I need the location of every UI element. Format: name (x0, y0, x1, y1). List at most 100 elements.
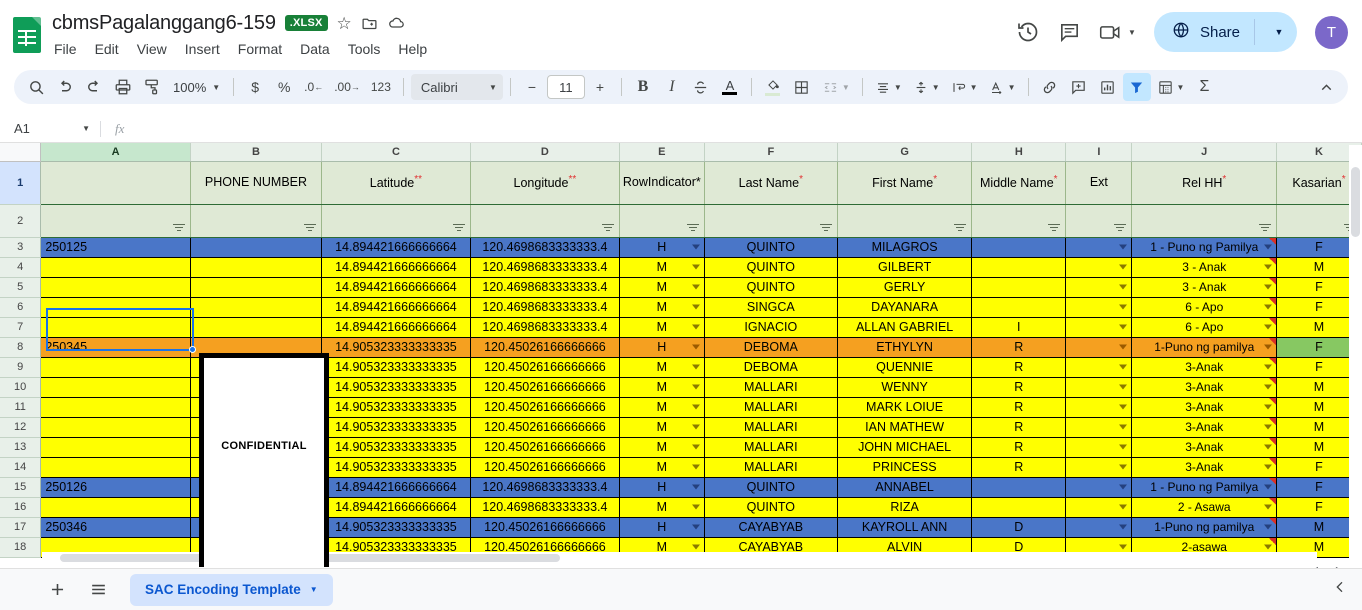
zoom-selector[interactable]: 100% ▼ (167, 80, 226, 95)
chevron-down-icon[interactable] (692, 365, 700, 370)
filter-button-c[interactable] (321, 204, 470, 237)
merge-cells-icon[interactable]: ▼ (817, 73, 855, 101)
cell-e8[interactable]: H (619, 337, 704, 357)
row-header-2[interactable]: 2 (0, 204, 41, 237)
cell-i4[interactable] (1066, 257, 1132, 277)
cell-h17[interactable]: D (972, 517, 1066, 537)
column-header-d[interactable]: D (470, 143, 619, 161)
chevron-down-icon[interactable] (692, 265, 700, 270)
select-all-corner[interactable] (0, 143, 41, 161)
cell-i6[interactable] (1066, 297, 1132, 317)
cell-e3[interactable]: H (619, 237, 704, 257)
chevron-down-icon[interactable] (1264, 305, 1272, 310)
menu-item-insert[interactable]: Insert (185, 41, 220, 57)
cell-f11[interactable]: MALLARI (704, 397, 837, 417)
spreadsheet-grid[interactable]: ABCDEFGHIJK1PHONE NUMBERLatitude**Longit… (0, 143, 1362, 567)
cell-b4[interactable] (190, 257, 321, 277)
column-header-a[interactable]: A (41, 143, 191, 161)
comment-icon[interactable] (1058, 21, 1081, 44)
decrease-font-size-button[interactable]: − (518, 73, 546, 101)
confidential-merged-cell[interactable]: CONFIDENTIAL (199, 353, 329, 567)
name-box[interactable]: A1 ▼ (0, 115, 100, 142)
table-row[interactable]: 714.894421666666664120.4698683333333.4MI… (0, 317, 1362, 337)
cell-a17[interactable]: 250346 (41, 517, 191, 537)
chevron-down-icon[interactable] (1264, 525, 1272, 530)
cell-j9[interactable]: 3-Anak (1132, 357, 1277, 377)
cell-i7[interactable] (1066, 317, 1132, 337)
cell-b5[interactable] (190, 277, 321, 297)
cell-f7[interactable]: IGNACIO (704, 317, 837, 337)
cell-d14[interactable]: 120.45026166666666 (470, 457, 619, 477)
cell-i8[interactable] (1066, 337, 1132, 357)
cell-j4[interactable]: 3 - Anak (1132, 257, 1277, 277)
cell-i15[interactable] (1066, 477, 1132, 497)
chevron-down-icon[interactable] (1264, 445, 1272, 450)
increase-decimal-button[interactable]: .00→ (329, 73, 365, 101)
cell-h6[interactable] (972, 297, 1066, 317)
cell-b6[interactable] (190, 297, 321, 317)
column-header-h[interactable]: H (972, 143, 1066, 161)
cell-h8[interactable]: R (972, 337, 1066, 357)
cell-i16[interactable] (1066, 497, 1132, 517)
cell-e10[interactable]: M (619, 377, 704, 397)
cell-f10[interactable]: MALLARI (704, 377, 837, 397)
row-header-18[interactable]: 18 (0, 537, 41, 557)
cell-e11[interactable]: M (619, 397, 704, 417)
row-header-11[interactable]: 11 (0, 397, 41, 417)
functions-sum-button[interactable]: Σ (1190, 73, 1218, 101)
cell-d9[interactable]: 120.45026166666666 (470, 357, 619, 377)
cell-h5[interactable] (972, 277, 1066, 297)
cell-a14[interactable] (41, 457, 191, 477)
cell-h14[interactable]: R (972, 457, 1066, 477)
column-header-b[interactable]: B (190, 143, 321, 161)
chevron-down-icon[interactable] (1264, 245, 1272, 250)
cell-e5[interactable]: M (619, 277, 704, 297)
cell-g13[interactable]: JOHN MICHAEL (837, 437, 971, 457)
chevron-down-icon[interactable] (1264, 345, 1272, 350)
chevron-down-icon[interactable] (1119, 265, 1127, 270)
filter-button-h[interactable] (972, 204, 1066, 237)
menu-item-tools[interactable]: Tools (348, 41, 381, 57)
insert-link-icon[interactable] (1036, 73, 1064, 101)
column-header-c[interactable]: C (321, 143, 470, 161)
cell-f13[interactable]: MALLARI (704, 437, 837, 457)
share-dropdown-caret[interactable]: ▼ (1265, 27, 1293, 37)
cell-d12[interactable]: 120.45026166666666 (470, 417, 619, 437)
cell-g4[interactable]: GILBERT (837, 257, 971, 277)
cell-c14[interactable]: 14.905323333333335 (321, 457, 470, 477)
text-color-icon[interactable]: A (716, 73, 744, 101)
cell-e14[interactable]: M (619, 457, 704, 477)
chevron-down-icon[interactable] (692, 505, 700, 510)
cell-e15[interactable]: H (619, 477, 704, 497)
table-row[interactable]: 514.894421666666664120.4698683333333.4MQ… (0, 277, 1362, 297)
chevron-down-icon[interactable] (1119, 305, 1127, 310)
insert-chart-icon[interactable] (1094, 73, 1122, 101)
cell-g7[interactable]: ALLAN GABRIEL (837, 317, 971, 337)
cell-i5[interactable] (1066, 277, 1132, 297)
chevron-down-icon[interactable] (1264, 285, 1272, 290)
chevron-down-icon[interactable] (1264, 265, 1272, 270)
chevron-down-icon[interactable] (692, 465, 700, 470)
chevron-down-icon[interactable] (1119, 545, 1127, 550)
cell-j11[interactable]: 3-Anak (1132, 397, 1277, 417)
cell-j16[interactable]: 2 - Asawa (1132, 497, 1277, 517)
cell-d13[interactable]: 120.45026166666666 (470, 437, 619, 457)
cell-a11[interactable] (41, 397, 191, 417)
header-cell-j[interactable]: Rel HH* (1132, 161, 1277, 204)
row-header-10[interactable]: 10 (0, 377, 41, 397)
cell-c13[interactable]: 14.905323333333335 (321, 437, 470, 457)
cell-f5[interactable]: QUINTO (704, 277, 837, 297)
chevron-down-icon[interactable] (1119, 425, 1127, 430)
chevron-down-icon[interactable] (692, 545, 700, 550)
share-button[interactable]: Share ▼ (1154, 12, 1297, 52)
header-cell-a[interactable] (41, 161, 191, 204)
cell-a12[interactable] (41, 417, 191, 437)
cell-e6[interactable]: M (619, 297, 704, 317)
row-header-8[interactable]: 8 (0, 337, 41, 357)
cell-f9[interactable]: DEBOMA (704, 357, 837, 377)
chevron-down-icon[interactable] (692, 345, 700, 350)
cell-c7[interactable]: 14.894421666666664 (321, 317, 470, 337)
cell-d11[interactable]: 120.45026166666666 (470, 397, 619, 417)
row-header-4[interactable]: 4 (0, 257, 41, 277)
cell-c8[interactable]: 14.905323333333335 (321, 337, 470, 357)
